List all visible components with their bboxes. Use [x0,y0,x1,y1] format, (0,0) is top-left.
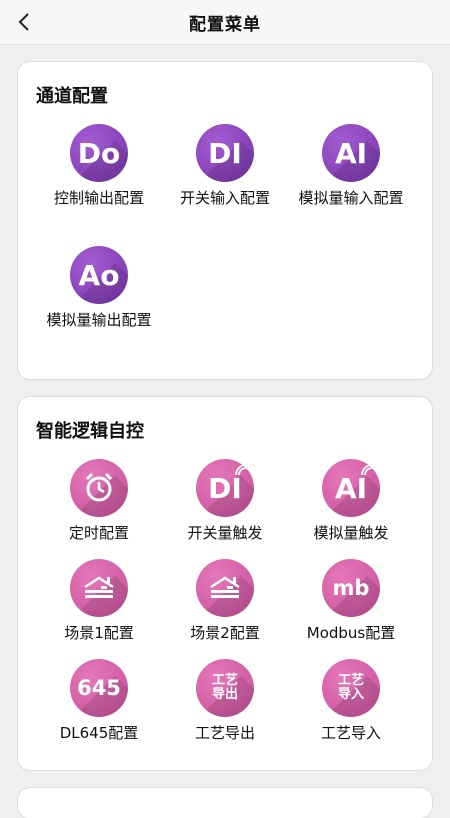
process-import-icon: 工艺 导入 [322,659,380,717]
item-label: 定时配置 [68,524,129,542]
item-label: 开关量触发 [187,524,263,542]
item-label: Modbus配置 [306,624,396,642]
page-title: 配置菜单 [189,14,261,35]
di-trigger-icon: DI [196,459,254,517]
scene1-config-item[interactable]: 场景1配置 [36,559,162,643]
process-export-icon: 工艺 导出 [196,659,254,717]
dl645-icon: 645 [70,659,128,717]
section-title: 智能逻辑自控 [36,421,144,442]
ai-icon: AI [322,124,380,182]
timer-config-item[interactable]: 定时配置 [36,459,162,543]
do-icon: Do [70,124,128,182]
scene2-config-item[interactable]: 场景2配置 [162,559,288,643]
item-label: DL645配置 [59,724,139,742]
process-import-item[interactable]: 工艺 导入 工艺导入 [288,659,414,743]
item-label: 工艺导入 [320,724,381,742]
item-label: 场景1配置 [64,624,134,642]
section-title: 通道配置 [36,86,108,107]
item-label: 模拟量输出配置 [46,311,152,329]
switch-trigger-item[interactable]: DI 开关量触发 [162,459,288,543]
top-bar: 配置菜单 [0,0,450,45]
analog-input-config-item[interactable]: AI 模拟量输入配置 [288,124,414,208]
analog-output-config-item[interactable]: Ao 模拟量输出配置 [36,246,162,330]
control-output-config-item[interactable]: Do 控制输出配置 [36,124,162,208]
modbus-icon: mb [322,559,380,617]
item-label: 控制输出配置 [53,189,144,207]
di-icon: DI [196,124,254,182]
ai-trigger-icon: AI [322,459,380,517]
next-section-card [18,788,432,818]
back-button[interactable] [12,10,36,34]
item-label: 场景2配置 [190,624,260,642]
switch-input-config-item[interactable]: DI 开关输入配置 [162,124,288,208]
item-label: 模拟量触发 [313,524,389,542]
channel-config-card: 通道配置 Do 控制输出配置 DI 开关输入配置 AI 模拟量输入配置 Ao 模… [18,62,432,379]
analog-trigger-item[interactable]: AI 模拟量触发 [288,459,414,543]
ao-icon: Ao [70,246,128,304]
dl645-config-item[interactable]: 645 DL645配置 [36,659,162,743]
scene-house-icon [196,559,254,617]
modbus-config-item[interactable]: mb Modbus配置 [288,559,414,643]
item-label: 模拟量输入配置 [298,189,404,207]
smart-logic-card: 智能逻辑自控 定时配置 DI 开关量触发 AI 模拟量触发 场景1配置 场景2配… [18,397,432,770]
scene-house-icon [70,559,128,617]
item-label: 工艺导出 [194,724,255,742]
alarm-clock-icon [70,459,128,517]
process-export-item[interactable]: 工艺 导出 工艺导出 [162,659,288,743]
item-label: 开关输入配置 [179,189,270,207]
chevron-left-icon [18,13,29,31]
